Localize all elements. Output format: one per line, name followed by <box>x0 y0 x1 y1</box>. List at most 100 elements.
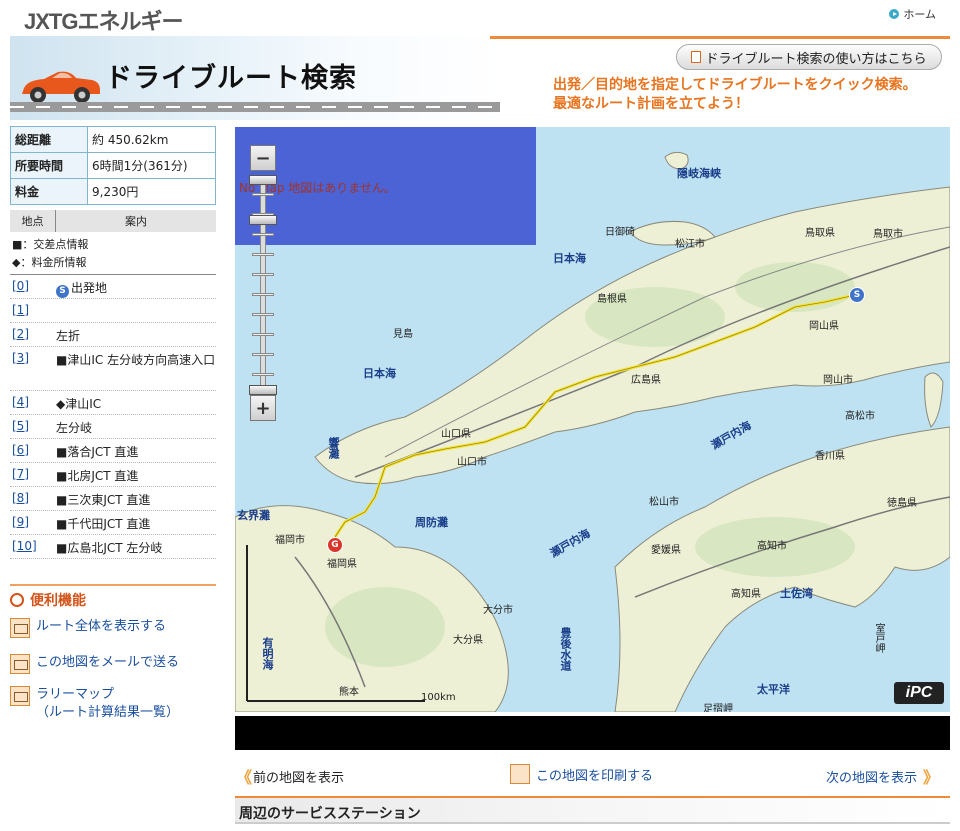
zoom-out-button[interactable]: − <box>250 145 276 171</box>
road-decoration <box>10 102 500 112</box>
zoom-tick <box>252 353 274 356</box>
company-logo[interactable]: JXTGエネルギー <box>24 4 183 36</box>
zoom-tick <box>252 273 274 276</box>
map-label: 室戸岬 <box>873 623 884 653</box>
route-step-link[interactable]: [4] <box>10 395 56 409</box>
zoom-track[interactable] <box>260 175 266 389</box>
tagline-line1: 出発／目的地を指定してドライブルートをクイック検索。 <box>553 77 917 93</box>
howto-button-label: ドライブルート検索の使い方はこちら <box>705 51 927 67</box>
ring-icon <box>10 593 24 607</box>
route-table-header: 地点 案内 <box>10 210 216 232</box>
next-map-link[interactable]: 次の地図を表示 <box>826 767 917 786</box>
map-label: 岡山市 <box>823 375 853 386</box>
route-step-text: 左分岐 <box>56 421 93 435</box>
map-label: 徳島県 <box>887 498 917 509</box>
zoom-tick <box>252 313 274 316</box>
rally-map-line1: ラリーマップ <box>36 687 115 702</box>
home-label: ホーム <box>903 8 936 21</box>
distance-label: 総距離 <box>10 126 88 153</box>
map-label: 響灘 <box>327 437 340 459</box>
route-legend: ■：交差点情報 ◆：料金所情報 <box>12 236 88 272</box>
route-step: [2] 左折 <box>10 323 216 347</box>
map-label: 大分市 <box>483 605 513 616</box>
route-step-text: ■落合JCT 直進 <box>56 445 139 459</box>
summary-row-time: 所要時間 6時間1分(361分) <box>10 152 216 179</box>
route-step: [9] ■千代田JCT 直進 <box>10 511 216 535</box>
rally-map-link[interactable]: ラリーマップ （ルート計算結果一覧） <box>36 686 179 722</box>
col-guide-header: 案内 <box>125 215 147 228</box>
map-scale-bar <box>246 545 425 702</box>
route-step-link[interactable]: [3] <box>10 351 56 365</box>
route-map[interactable]: S G 隠岐海峡 日本海 日本海 響灘 玄界灘 周防灘 瀬戸内海 瀬戸内海 豊後… <box>235 127 950 712</box>
route-summary-table: 総距離 約 450.62km 所要時間 6時間1分(361分) 料金 9,230… <box>10 126 216 205</box>
summary-row-toll: 料金 9,230円 <box>10 178 216 205</box>
route-step: [8] ■三次東JCT 直進 <box>10 487 216 511</box>
route-step-link[interactable]: [0] <box>10 279 56 293</box>
map-label: 高松市 <box>845 411 875 422</box>
email-map-link[interactable]: この地図をメールで送る <box>36 654 179 672</box>
print-map-link[interactable]: この地図を印刷する <box>536 765 653 784</box>
map-label: 鳥取市 <box>873 229 903 240</box>
double-chevron-right-icon: 》 <box>923 768 939 787</box>
zoom-in-button[interactable]: + <box>250 395 276 421</box>
route-step-link[interactable]: [10] <box>10 539 56 553</box>
route-step-link[interactable]: [2] <box>10 327 56 341</box>
time-label: 所要時間 <box>10 152 88 179</box>
col-point-header: 地点 <box>10 210 56 232</box>
route-step-link[interactable]: [7] <box>10 467 56 481</box>
print-icon <box>510 764 530 784</box>
tagline: 出発／目的地を指定してドライブルートをクイック検索。 最適なルート計画を立てよう… <box>553 76 917 114</box>
zoom-tick <box>252 233 274 236</box>
legend-toll: ◆：料金所情報 <box>12 256 87 269</box>
summary-row-distance: 総距離 約 450.62km <box>10 126 216 153</box>
car-icon <box>22 71 100 103</box>
start-marker-icon: S <box>56 285 69 298</box>
mail-icon <box>10 654 30 674</box>
route-step: [1] <box>10 299 216 323</box>
map-footer-bar <box>235 716 950 750</box>
map-label: 太平洋 <box>757 683 790 696</box>
map-label: 福岡市 <box>275 535 305 546</box>
top-bar: JXTGエネルギー ホーム <box>0 0 960 34</box>
map-label: 足摺岬 <box>703 704 733 712</box>
service-station-underline <box>235 822 950 824</box>
route-step-link[interactable]: [1] <box>10 303 56 317</box>
print-map-nav[interactable]: この地図を印刷する <box>510 764 653 784</box>
next-map-nav[interactable]: 次の地図を表示 》 <box>826 764 939 788</box>
route-step: [6] ■落合JCT 直進 <box>10 439 216 463</box>
zoom-tick <box>252 373 274 376</box>
zoom-tick <box>252 193 274 196</box>
map-label: 周防灘 <box>415 516 448 529</box>
map-label: 日本海 <box>363 367 396 380</box>
map-label: 松山市 <box>649 497 679 508</box>
land-awaji <box>924 372 944 428</box>
show-whole-route-link[interactable]: ルート全体を表示する <box>36 618 166 636</box>
map-label: 日御碕 <box>605 227 635 238</box>
zoom-tick <box>252 293 274 296</box>
map-label: 鳥取県 <box>805 228 835 239</box>
route-step-link[interactable]: [6] <box>10 443 56 457</box>
route-step-link[interactable]: [5] <box>10 419 56 433</box>
route-step-text: ■広島北JCT 左分岐 <box>56 541 163 555</box>
route-step-link[interactable]: [8] <box>10 491 56 505</box>
map-label: 香川県 <box>815 451 845 462</box>
map-label: 高知市 <box>757 541 787 552</box>
route-step-text: 左折 <box>56 329 81 343</box>
route-step: [4] ◆津山IC <box>10 391 216 415</box>
map-label: 玄界灘 <box>237 509 270 522</box>
page-title: ドライブルート検索 <box>105 63 357 94</box>
howto-button[interactable]: ドライブルート検索の使い方はこちら <box>676 44 942 70</box>
map-label: 大分県 <box>453 635 483 646</box>
route-step-text: ■千代田JCT 直進 <box>56 517 151 531</box>
map-label: 山口市 <box>457 457 487 468</box>
convenience-heading: 便利機能 <box>10 590 86 610</box>
legend-intersection: ■：交差点情報 <box>12 238 89 251</box>
start-marker[interactable]: S <box>849 287 865 303</box>
zoom-slider-handle[interactable] <box>249 215 277 225</box>
route-step: [3] ■津山IC 左分岐方向高速入口 <box>10 347 216 391</box>
prev-map-label: 前の地図を表示 <box>253 770 345 786</box>
home-link[interactable]: ホーム <box>889 6 936 22</box>
prev-map-nav[interactable]: 《 前の地図を表示 <box>236 764 344 788</box>
map-label: 広島県 <box>631 375 661 386</box>
route-step-link[interactable]: [9] <box>10 515 56 529</box>
